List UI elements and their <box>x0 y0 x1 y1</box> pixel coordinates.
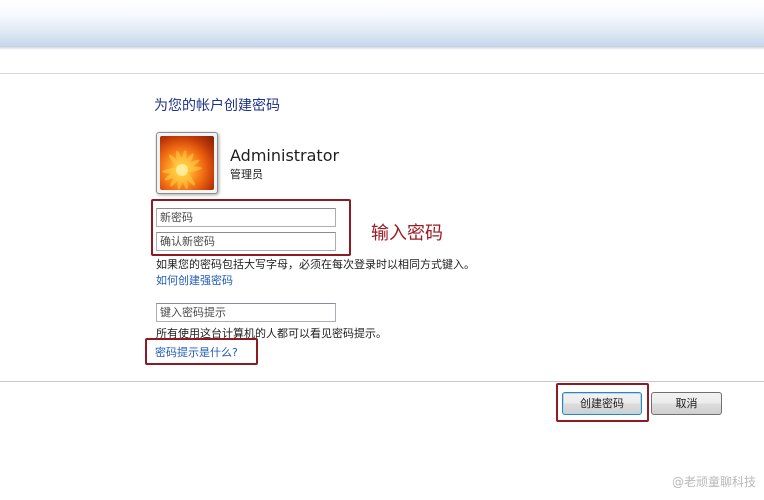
create-button-highlight <box>556 383 649 422</box>
top-divider <box>0 73 764 74</box>
password-hint-field[interactable] <box>156 303 336 322</box>
annotation-label: 输入密码 <box>371 223 443 244</box>
case-sensitivity-note: 如果您的密码包括大写字母，必须在每次登录时以相同方式键入。 <box>156 258 475 271</box>
account-name: Administrator <box>230 146 340 165</box>
account-role: 管理员 <box>230 168 263 181</box>
strong-password-link[interactable]: 如何创建强密码 <box>156 272 233 288</box>
flower-icon <box>160 136 214 190</box>
window-titlebar <box>0 0 764 46</box>
hint-link-highlight <box>145 338 258 365</box>
titlebar-shadow <box>0 46 764 50</box>
avatar <box>156 132 218 194</box>
cancel-button[interactable]: 取消 <box>651 392 722 415</box>
bottom-divider <box>0 381 764 382</box>
watermark: @老顽童聊科技 <box>671 475 756 489</box>
password-fields-highlight <box>151 199 351 256</box>
page-title: 为您的帐户创建密码 <box>154 98 280 114</box>
